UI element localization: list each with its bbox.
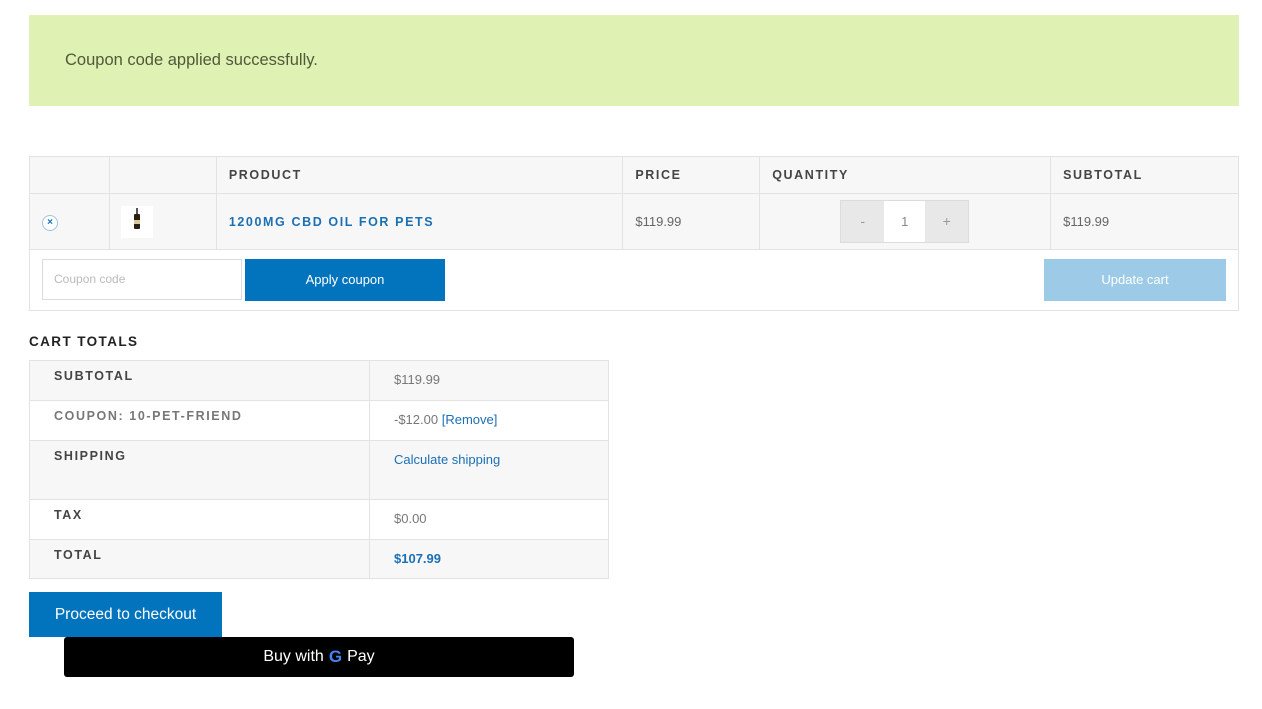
totals-tax-value: $0.00 [370,500,609,540]
bottle-label-shape [134,220,140,224]
calculate-shipping-link[interactable]: Calculate shipping [394,452,500,467]
product-cell: 1200MG CBD OIL FOR PETS [216,194,623,250]
totals-subtotal-row: SUBTOTAL $119.99 [30,361,609,401]
notice-message: Coupon code applied successfully. [65,51,318,69]
header-product: PRODUCT [216,157,623,194]
cart-header-row: PRODUCT PRICE QUANTITY SUBTOTAL [30,157,1239,194]
quantity-stepper: - 1 + [840,200,969,243]
totals-shipping-cell: Calculate shipping [370,441,609,500]
thumbnail-cell [109,194,216,250]
product-thumbnail[interactable] [121,206,153,238]
totals-total-label: TOTAL [30,540,370,579]
header-remove [30,157,110,194]
totals-total-cell: $107.99 [370,540,609,579]
remove-cell: × [30,194,110,250]
google-g-icon: G [329,647,342,667]
gpay-suffix: Pay [347,648,375,666]
totals-total-row: TOTAL $107.99 [30,540,609,579]
header-quantity: QUANTITY [760,157,1051,194]
totals-coupon-label: COUPON: 10-PET-FRIEND [30,401,370,441]
qty-minus-button[interactable]: - [841,201,884,242]
totals-total-value: $107.99 [394,551,441,566]
product-name-link[interactable]: 1200MG CBD OIL FOR PETS [229,215,434,229]
google-pay-button[interactable]: Buy with G Pay [64,637,574,677]
totals-subtotal-label: SUBTOTAL [30,361,370,401]
cart-totals-table: SUBTOTAL $119.99 COUPON: 10-PET-FRIEND -… [29,360,609,579]
qty-plus-button[interactable]: + [925,201,968,242]
price-cell: $119.99 [623,194,760,250]
cart-table: PRODUCT PRICE QUANTITY SUBTOTAL × 1200MG… [29,156,1239,311]
totals-shipping-row: SHIPPING Calculate shipping [30,441,609,500]
proceed-to-checkout-button[interactable]: Proceed to checkout [29,592,222,637]
totals-coupon-value: -$12.00 [394,412,438,427]
remove-coupon-link[interactable]: [Remove] [442,412,498,427]
totals-tax-label: TAX [30,500,370,540]
coupon-code-input[interactable]: Coupon code [42,259,242,300]
totals-shipping-label: SHIPPING [30,441,370,500]
quantity-cell: - 1 + [760,194,1051,250]
totals-tax-row: TAX $0.00 [30,500,609,540]
header-subtotal: SUBTOTAL [1051,157,1239,194]
success-notice: Coupon code applied successfully. [29,15,1239,106]
apply-coupon-button[interactable]: Apply coupon [245,259,445,301]
header-price: PRICE [623,157,760,194]
subtotal-cell: $119.99 [1051,194,1239,250]
totals-coupon-cell: -$12.00 [Remove] [370,401,609,441]
remove-icon[interactable]: × [42,215,58,231]
cart-actions-row: Coupon code Apply coupon Update cart [30,250,1239,311]
cart-totals-title: CART TOTALS [29,334,138,349]
qty-input[interactable]: 1 [884,201,925,242]
cart-item-row: × 1200MG CBD OIL FOR PETS $119.99 - 1 + [30,194,1239,250]
totals-coupon-row: COUPON: 10-PET-FRIEND -$12.00 [Remove] [30,401,609,441]
totals-subtotal-value: $119.99 [370,361,609,401]
cart-actions-cell: Coupon code Apply coupon Update cart [30,250,1239,311]
header-thumbnail [109,157,216,194]
gpay-prefix: Buy with [263,648,323,666]
update-cart-button[interactable]: Update cart [1044,259,1226,301]
